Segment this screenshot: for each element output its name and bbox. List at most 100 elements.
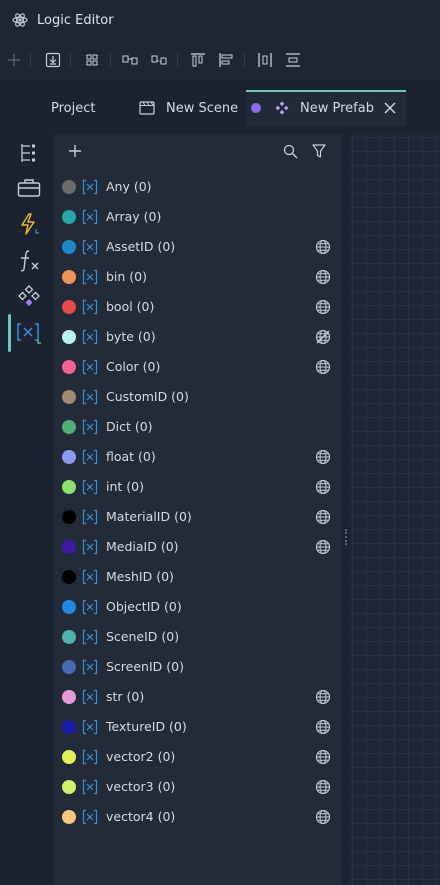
panel-splitter[interactable]: [342, 134, 350, 885]
search-icon[interactable]: [283, 144, 298, 159]
atom-icon: [12, 13, 28, 27]
variable-icon: [82, 809, 98, 825]
panel-header: [54, 134, 342, 168]
node-connect-button[interactable]: [120, 50, 140, 70]
list-item[interactable]: Array (0): [54, 202, 342, 232]
node-disconnect-icon: [151, 55, 167, 65]
variable-type-label: Any (0): [106, 179, 152, 194]
list-item[interactable]: MeshID (0): [54, 562, 342, 592]
list-item[interactable]: vector2 (0): [54, 742, 342, 772]
globe-icon[interactable]: [315, 239, 331, 255]
import-button[interactable]: [43, 50, 63, 70]
drag-handle[interactable]: [345, 529, 347, 545]
variable-type-label: byte (0): [106, 329, 156, 344]
plus-icon[interactable]: [68, 144, 82, 158]
globe-icon[interactable]: [315, 359, 331, 375]
variable-icon: [82, 389, 98, 405]
function-icon: [20, 250, 39, 272]
tab-new-prefab[interactable]: New Prefab: [246, 90, 406, 126]
sidebar-item-prefabs[interactable]: [10, 279, 48, 313]
list-item[interactable]: bin (0): [54, 262, 342, 292]
globe-icon[interactable]: [315, 809, 331, 825]
sidebar-item-hierarchy[interactable]: [10, 136, 48, 170]
variable-type-label: vector4 (0): [106, 809, 176, 824]
variable-type-label: SceneID (0): [106, 629, 180, 644]
tab-bar: Project New Scene New Prefab: [0, 90, 440, 126]
type-color-dot: [62, 180, 76, 194]
plus-icon: [8, 54, 20, 66]
filter-icon[interactable]: [312, 144, 326, 159]
list-item[interactable]: str (0): [54, 682, 342, 712]
globe-icon[interactable]: [315, 539, 331, 555]
sidebar-item-functions[interactable]: [10, 243, 48, 277]
list-item[interactable]: Dict (0): [54, 412, 342, 442]
list-item[interactable]: TextureID (0): [54, 712, 342, 742]
sidebar-item-toolbox[interactable]: [10, 171, 48, 205]
type-color-dot: [62, 450, 76, 464]
type-color-dot: [62, 780, 76, 794]
distribute-horizontal-icon: [258, 53, 272, 67]
distribute-vertical-button[interactable]: [283, 50, 303, 70]
align-left-button[interactable]: [216, 50, 236, 70]
variable-icon: [82, 779, 98, 795]
globe-icon[interactable]: [315, 749, 331, 765]
globe-icon[interactable]: [315, 299, 331, 315]
type-color-dot: [62, 360, 76, 374]
list-item[interactable]: Any (0): [54, 172, 342, 202]
type-color-dot: [62, 540, 76, 554]
type-color-dot: [62, 630, 76, 644]
window-title: Logic Editor: [37, 12, 114, 28]
list-item[interactable]: int (0): [54, 472, 342, 502]
list-item[interactable]: MaterialID (0): [54, 502, 342, 532]
grid-button[interactable]: [82, 50, 102, 70]
variable-type-label: Dict (0): [106, 419, 153, 434]
list-item[interactable]: bool (0): [54, 292, 342, 322]
list-item[interactable]: CustomID (0): [54, 382, 342, 412]
tab-label: New Scene: [166, 100, 239, 116]
variable-icon: [82, 749, 98, 765]
variable-type-label: MaterialID (0): [106, 509, 192, 524]
list-item[interactable]: AssetID (0): [54, 232, 342, 262]
align-top-button[interactable]: [188, 50, 208, 70]
globe-off-icon[interactable]: [315, 329, 331, 345]
lightning-icon: [21, 213, 39, 235]
variables-panel: Any (0) Array (0) AssetID (0) bin (0) bool (…: [54, 134, 342, 885]
list-item[interactable]: Color (0): [54, 352, 342, 382]
tab-new-scene[interactable]: New Scene: [124, 90, 244, 126]
variable-icon: [82, 449, 98, 465]
globe-icon[interactable]: [315, 269, 331, 285]
add-button[interactable]: [4, 50, 24, 70]
grid-icon: [86, 54, 98, 66]
type-color-dot: [62, 480, 76, 494]
graph-canvas[interactable]: [350, 134, 440, 885]
list-item[interactable]: float (0): [54, 442, 342, 472]
globe-icon[interactable]: [315, 779, 331, 795]
sidebar-item-events[interactable]: [10, 207, 48, 241]
variable-icon: [82, 659, 98, 675]
tab-project[interactable]: Project: [0, 90, 122, 126]
list-item[interactable]: byte (0): [54, 322, 342, 352]
list-item[interactable]: ScreenID (0): [54, 652, 342, 682]
list-item[interactable]: vector3 (0): [54, 772, 342, 802]
list-item[interactable]: vector4 (0): [54, 802, 342, 832]
list-item[interactable]: MediaID (0): [54, 532, 342, 562]
type-color-dot: [62, 330, 76, 344]
globe-icon[interactable]: [315, 719, 331, 735]
type-color-dot: [62, 810, 76, 824]
distribute-vertical-icon: [286, 53, 300, 67]
variable-icon: [82, 569, 98, 585]
distribute-horizontal-button[interactable]: [255, 50, 275, 70]
node-disconnect-button[interactable]: [149, 50, 169, 70]
close-icon[interactable]: [384, 102, 396, 114]
list-item[interactable]: SceneID (0): [54, 622, 342, 652]
variable-type-label: str (0): [106, 689, 145, 704]
type-color-dot: [62, 690, 76, 704]
globe-icon[interactable]: [315, 479, 331, 495]
globe-icon[interactable]: [315, 509, 331, 525]
variable-icon: [82, 719, 98, 735]
list-item[interactable]: ObjectID (0): [54, 592, 342, 622]
sidebar-item-variables[interactable]: [8, 314, 48, 352]
globe-icon[interactable]: [315, 689, 331, 705]
globe-icon[interactable]: [315, 449, 331, 465]
variable-type-label: MeshID (0): [106, 569, 174, 584]
